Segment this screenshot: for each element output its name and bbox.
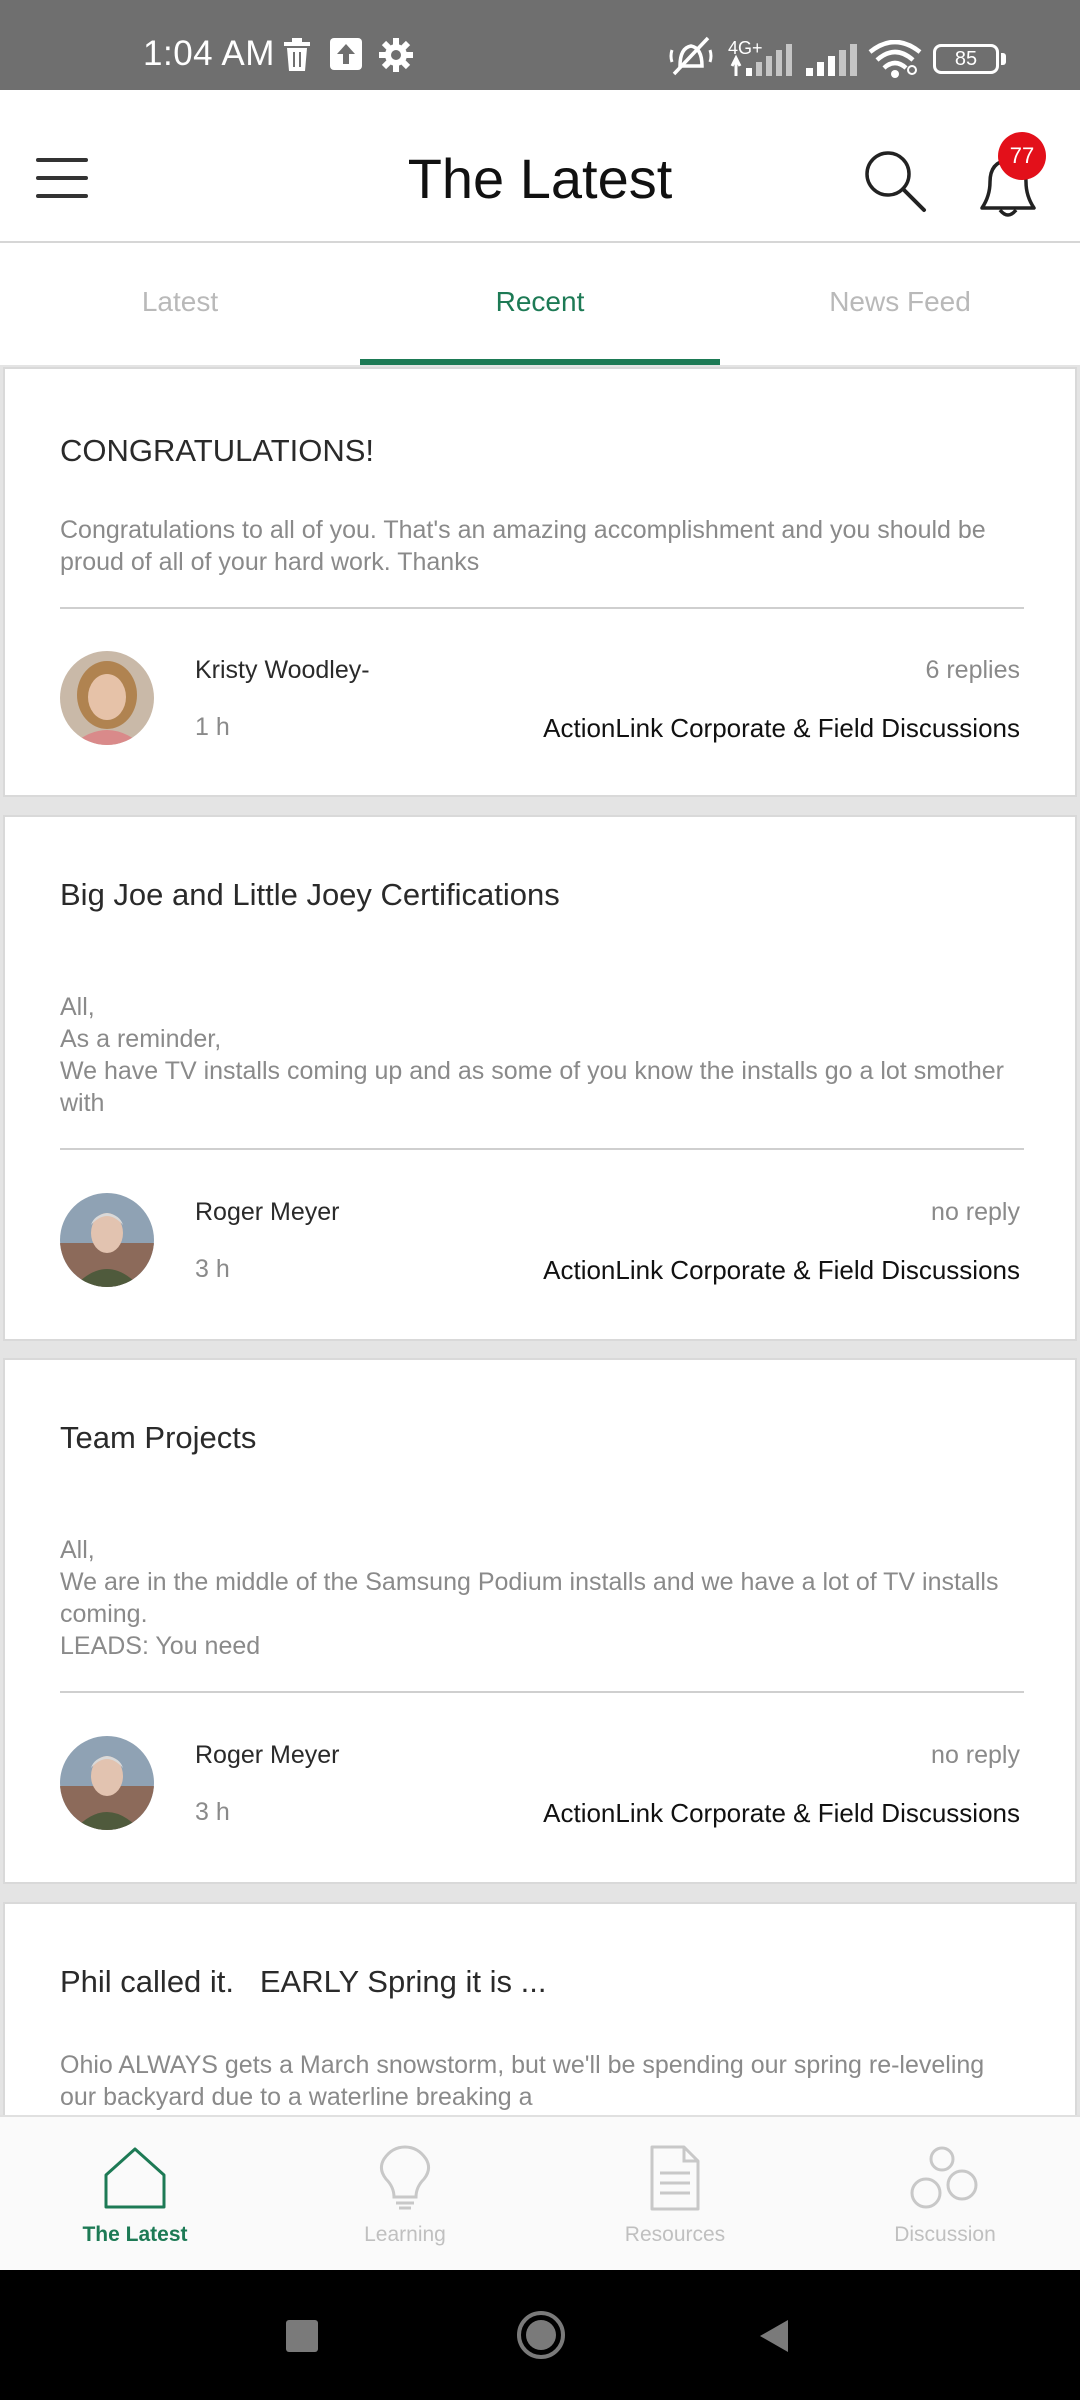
mute-vibrate-icon bbox=[669, 36, 713, 76]
status-bar: 1:04 AM 4G+ 85 bbox=[0, 0, 1080, 90]
reply-count: no reply bbox=[931, 1741, 1020, 1769]
tab-bar: Latest Recent News Feed bbox=[0, 243, 1080, 365]
battery-icon: 85 bbox=[933, 44, 999, 74]
post-excerpt: Ohio ALWAYS gets a March snowstorm, but … bbox=[60, 2051, 985, 2111]
post-card[interactable]: CONGRATULATIONS! Congratulations to all … bbox=[3, 367, 1077, 797]
home-icon bbox=[104, 2147, 166, 2209]
search-icon[interactable] bbox=[862, 148, 928, 214]
post-group[interactable]: ActionLink Corporate & Field Discussions bbox=[543, 1255, 1020, 1286]
post-title[interactable]: CONGRATULATIONS! bbox=[60, 433, 374, 469]
nav-the-latest[interactable]: The Latest bbox=[0, 2117, 270, 2272]
post-card[interactable]: Big Joe and Little Joey Certifications A… bbox=[3, 815, 1077, 1341]
nav-label: Resources bbox=[624, 2223, 726, 2246]
upload-icon bbox=[330, 38, 362, 70]
back-button-icon[interactable] bbox=[758, 2318, 790, 2354]
post-group[interactable]: ActionLink Corporate & Field Discussions bbox=[543, 1798, 1020, 1829]
post-group[interactable]: ActionLink Corporate & Field Discussions bbox=[543, 713, 1020, 744]
tab-recent[interactable]: Recent bbox=[360, 243, 720, 365]
post-time: 1 h bbox=[195, 713, 230, 741]
lightbulb-icon bbox=[379, 2145, 431, 2210]
wifi-icon bbox=[868, 40, 922, 78]
battery-cap bbox=[1001, 53, 1006, 65]
nav-discussion[interactable]: Discussion bbox=[810, 2117, 1080, 2272]
post-title[interactable]: Phil called it. EARLY Spring it is ... bbox=[60, 1964, 546, 2000]
nav-label: The Latest bbox=[82, 2223, 188, 2246]
post-author[interactable]: Roger Meyer bbox=[195, 1198, 340, 1227]
cell-signal-icon bbox=[730, 44, 792, 76]
status-time: 1:04 AM bbox=[143, 34, 275, 73]
post-time: 3 h bbox=[195, 1255, 230, 1283]
nav-label: Discussion bbox=[894, 2223, 996, 2246]
post-title[interactable]: Team Projects bbox=[60, 1420, 256, 1456]
reply-count: 6 replies bbox=[925, 656, 1021, 684]
post-time: 3 h bbox=[195, 1798, 230, 1826]
document-icon bbox=[650, 2145, 700, 2211]
post-excerpt: Congratulations to all of you. That's an… bbox=[60, 516, 986, 576]
settings-gear-icon bbox=[379, 38, 413, 72]
home-button-icon[interactable] bbox=[516, 2310, 566, 2360]
nav-learning[interactable]: Learning bbox=[270, 2117, 540, 2272]
post-excerpt: All, We are in the middle of the Samsung… bbox=[60, 1536, 999, 1660]
app-header: The Latest bbox=[0, 90, 1080, 243]
battery-level: 85 bbox=[954, 48, 978, 70]
avatar[interactable] bbox=[60, 1193, 154, 1287]
post-divider bbox=[60, 607, 1024, 609]
post-divider bbox=[60, 1148, 1024, 1150]
post-card[interactable]: Phil called it. EARLY Spring it is ... O… bbox=[3, 1902, 1077, 2115]
post-excerpt: All, As a reminder, We have TV installs … bbox=[60, 993, 1005, 1117]
cell-signal-icon-2 bbox=[806, 44, 857, 76]
recents-button-icon[interactable] bbox=[286, 2320, 318, 2352]
avatar[interactable] bbox=[60, 1736, 154, 1830]
bottom-nav: The Latest Learning Resources Discussion bbox=[0, 2115, 1080, 2270]
post-card[interactable]: Team Projects All, We are in the middle … bbox=[3, 1358, 1077, 1884]
post-author[interactable]: Roger Meyer bbox=[195, 1741, 340, 1770]
notification-badge[interactable]: 77 bbox=[998, 132, 1046, 180]
tab-news-feed[interactable]: News Feed bbox=[720, 243, 1080, 365]
nav-label: Learning bbox=[364, 2223, 446, 2246]
tab-latest[interactable]: Latest bbox=[0, 243, 360, 365]
trash-icon bbox=[284, 38, 310, 71]
system-nav-bar bbox=[0, 2270, 1080, 2400]
reply-count: no reply bbox=[931, 1198, 1020, 1226]
post-feed[interactable]: CONGRATULATIONS! Congratulations to all … bbox=[0, 365, 1080, 2115]
post-author[interactable]: Kristy Woodley- bbox=[195, 656, 370, 685]
avatar[interactable] bbox=[60, 651, 154, 745]
bubbles-icon bbox=[910, 2146, 978, 2209]
post-divider bbox=[60, 1691, 1024, 1693]
post-title[interactable]: Big Joe and Little Joey Certifications bbox=[60, 877, 560, 913]
nav-resources[interactable]: Resources bbox=[540, 2117, 810, 2272]
